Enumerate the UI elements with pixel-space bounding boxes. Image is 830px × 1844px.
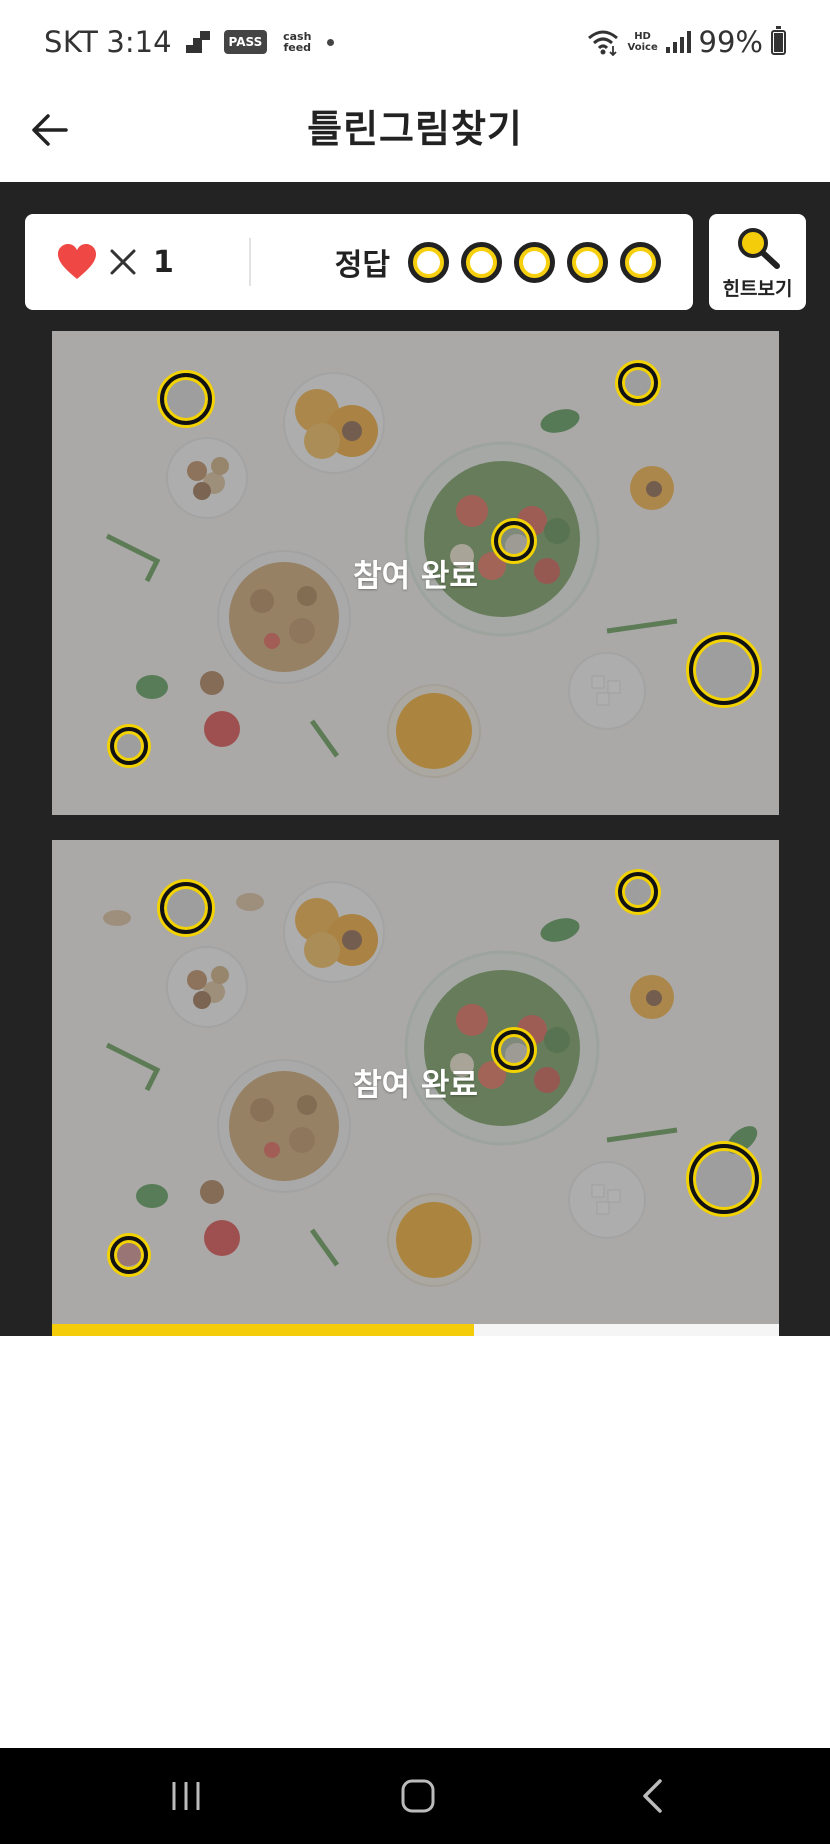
- stairs-icon: [185, 31, 210, 53]
- wifi-icon: [587, 30, 618, 56]
- status-left: SKT 3:14 PASS cash feed: [44, 24, 335, 60]
- recent-apps-icon: [172, 1782, 200, 1810]
- cash-feed-icon: cash feed: [281, 31, 313, 53]
- battery-percent: 99%: [698, 25, 763, 59]
- answer-slot: [620, 241, 661, 283]
- answer-slot: [514, 241, 555, 283]
- answer-slot: [408, 241, 449, 283]
- answers-indicator: 정답: [335, 236, 661, 288]
- answer-slot: [567, 241, 608, 283]
- difference-marker: [689, 1144, 759, 1214]
- time-progress-fill: [52, 1324, 474, 1336]
- recent-apps-button[interactable]: [156, 1768, 216, 1824]
- page-title: 틀린그림찾기: [307, 107, 523, 151]
- chevron-left-icon: [643, 1779, 662, 1813]
- score-card: 1 정답: [25, 214, 693, 310]
- difference-marker: [618, 363, 658, 403]
- lives-count: 1: [153, 244, 174, 280]
- pass-badge: PASS: [223, 30, 268, 54]
- difference-marker: [618, 872, 658, 912]
- time-progress-bar: [52, 1324, 779, 1336]
- difference-marker: [689, 635, 759, 705]
- home-icon: [401, 1779, 435, 1813]
- carrier-name: SKT: [44, 25, 99, 59]
- home-button[interactable]: [388, 1768, 448, 1824]
- score-divider: [249, 238, 251, 286]
- clock: 3:14: [106, 25, 172, 59]
- participation-complete-label: 참여 완료: [353, 1067, 478, 1104]
- app-header: 틀린그림찾기: [0, 84, 830, 182]
- magnifier-icon: [738, 228, 780, 269]
- answer-slot: [461, 241, 502, 283]
- status-right: HD Voice 99%: [586, 24, 786, 60]
- difference-marker: [160, 882, 212, 934]
- hint-label: 힌트보기: [722, 278, 793, 300]
- hd-voice-icon: HD Voice: [628, 31, 658, 53]
- notification-dot-icon: [327, 38, 335, 46]
- modified-picture[interactable]: 참여 완료: [52, 840, 779, 1324]
- multiply-icon: [110, 249, 136, 275]
- system-back-button[interactable]: [622, 1768, 682, 1824]
- original-picture[interactable]: 참여 완료: [52, 331, 779, 815]
- heart-icon: [58, 244, 96, 279]
- answers-label: 정답: [334, 248, 390, 283]
- difference-marker: [160, 373, 212, 425]
- signal-icon: [665, 31, 691, 53]
- status-bar: SKT 3:14 PASS cash feed HD Voice 99%: [0, 0, 830, 84]
- system-navigation-bar: [0, 1748, 830, 1844]
- game-area: 1 정답 힌트보기 참여 완료 참여 완료: [0, 182, 830, 1336]
- participation-complete-label: 참여 완료: [353, 558, 478, 595]
- lives-indicator: 1: [57, 240, 174, 284]
- battery-icon: [771, 25, 786, 55]
- hd-voice-text: HD Voice: [627, 31, 658, 53]
- cash-feed-text: cash feed: [283, 30, 312, 54]
- difference-marker: [110, 727, 148, 765]
- hint-button[interactable]: 힌트보기: [709, 214, 806, 310]
- difference-marker: [110, 1236, 148, 1274]
